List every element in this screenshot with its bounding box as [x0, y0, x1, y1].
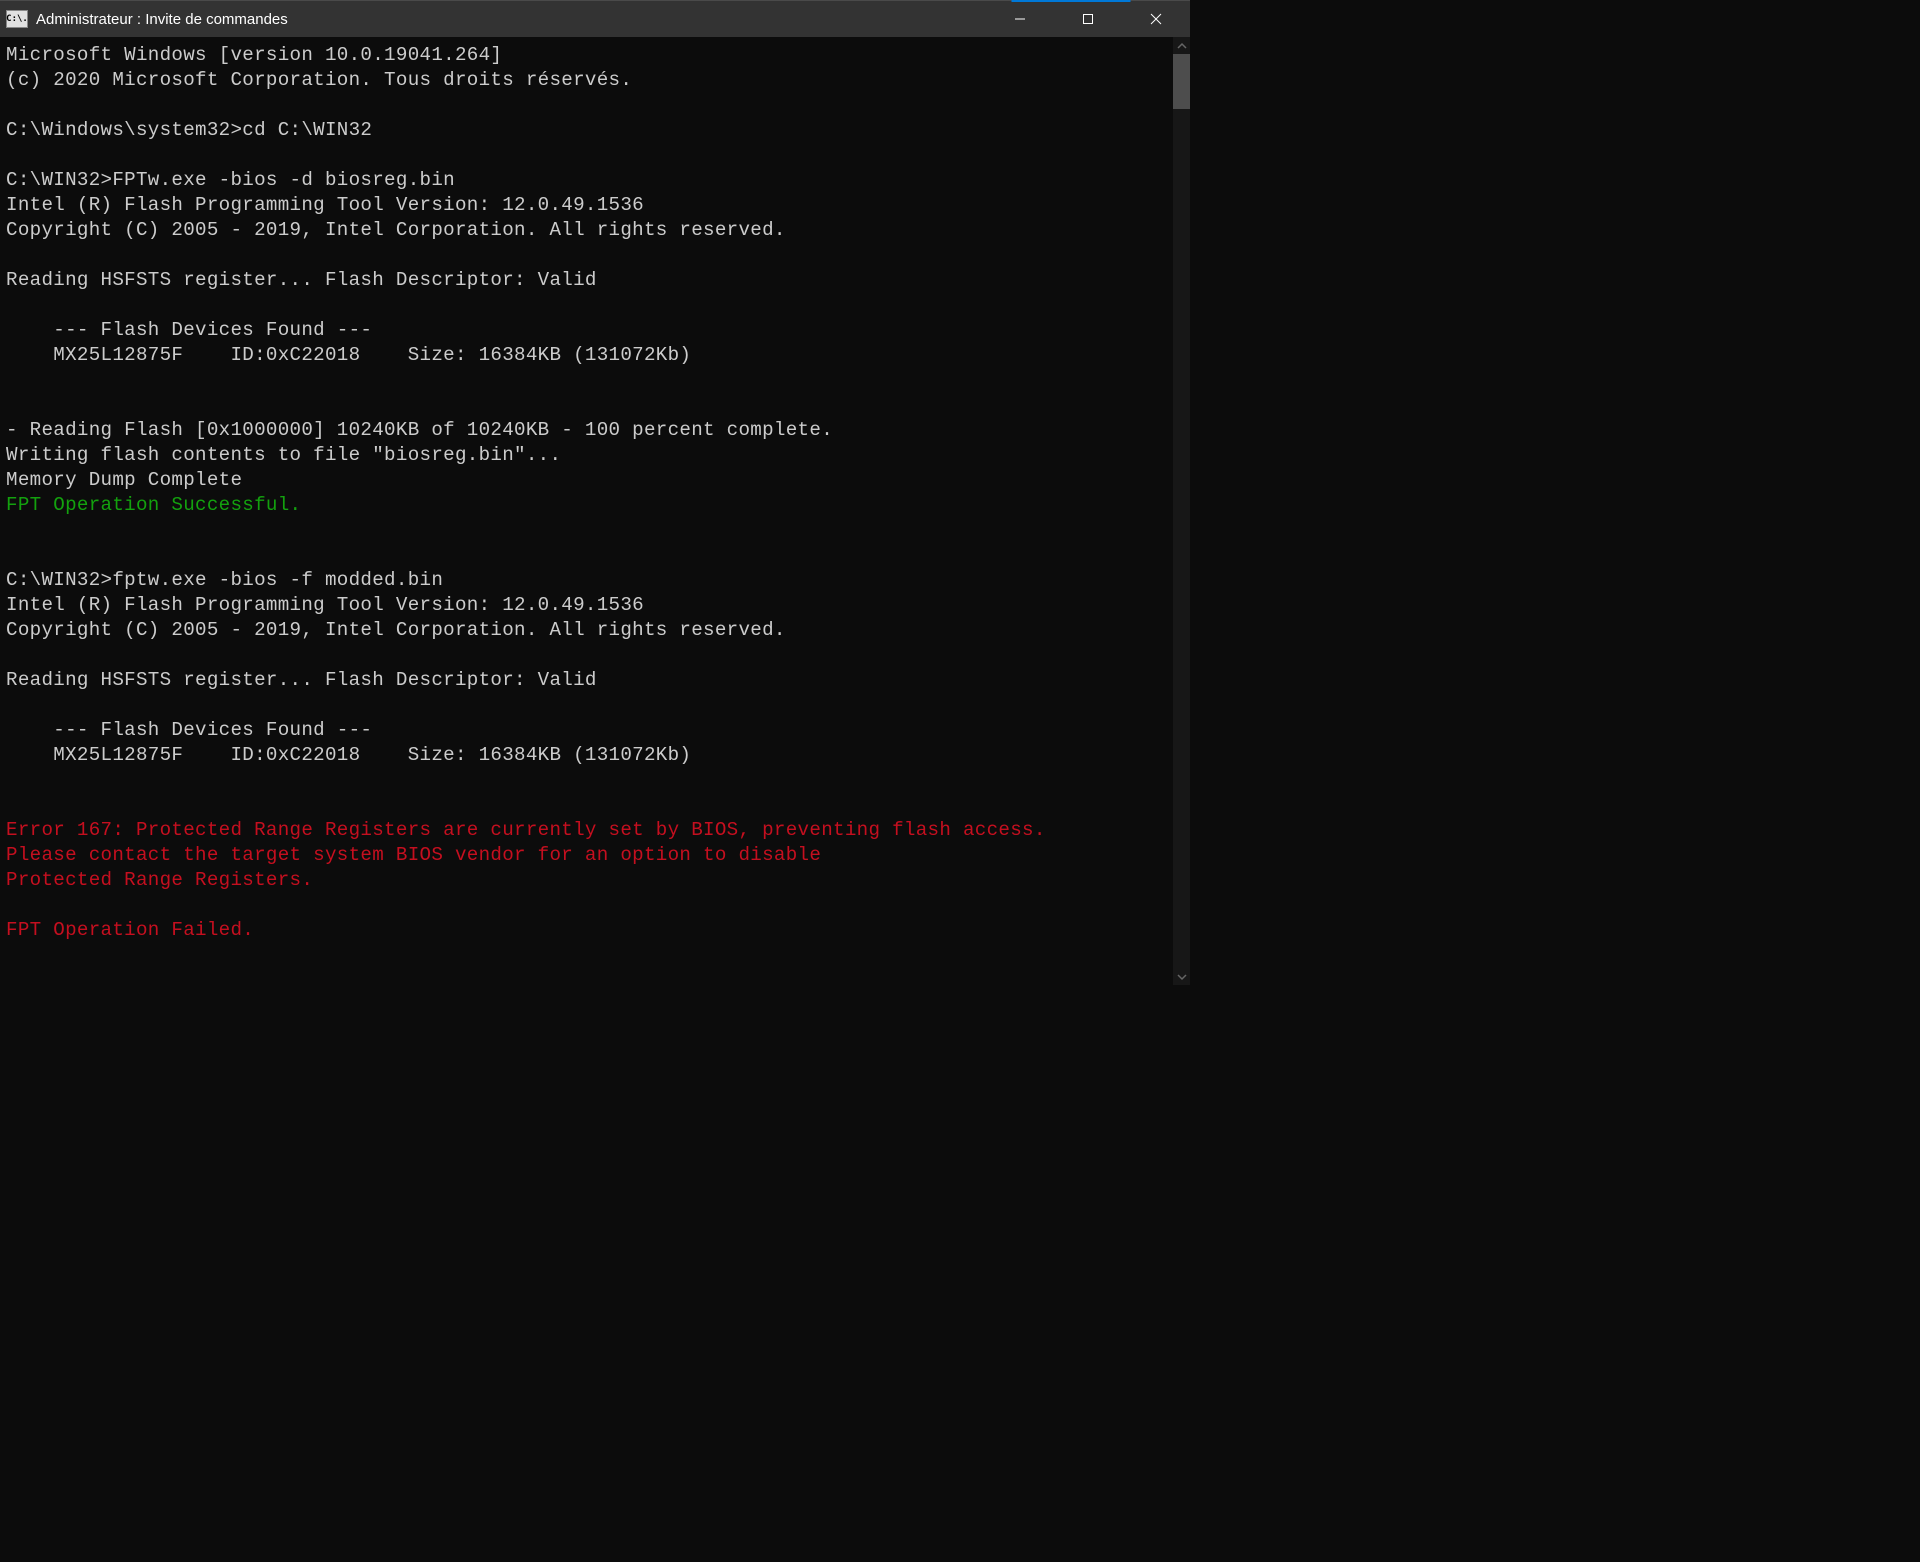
terminal-line	[6, 543, 1190, 568]
command-prompt-window: C:\. Administrateur : Invite de commande…	[0, 0, 1190, 985]
scroll-thumb[interactable]	[1173, 54, 1190, 109]
terminal-line: C:\Windows\system32>cd C:\WIN32	[6, 118, 1190, 143]
terminal-line	[6, 643, 1190, 668]
chevron-down-icon	[1177, 972, 1187, 982]
terminal-line: Microsoft Windows [version 10.0.19041.26…	[6, 43, 1190, 68]
minimize-icon	[1014, 13, 1026, 25]
terminal-body[interactable]: Microsoft Windows [version 10.0.19041.26…	[0, 37, 1190, 985]
terminal-line: --- Flash Devices Found ---	[6, 318, 1190, 343]
maximize-icon	[1082, 13, 1094, 25]
terminal-line: --- Flash Devices Found ---	[6, 718, 1190, 743]
titlebar[interactable]: C:\. Administrateur : Invite de commande…	[0, 0, 1190, 37]
terminal-line	[6, 893, 1190, 918]
terminal-output: Microsoft Windows [version 10.0.19041.26…	[6, 43, 1190, 943]
terminal-line: FPT Operation Successful.	[6, 493, 1190, 518]
close-icon	[1150, 13, 1162, 25]
terminal-line: Please contact the target system BIOS ve…	[6, 843, 1190, 868]
terminal-line	[6, 768, 1190, 793]
terminal-line: MX25L12875F ID:0xC22018 Size: 16384KB (1…	[6, 743, 1190, 768]
terminal-line: Memory Dump Complete	[6, 468, 1190, 493]
terminal-line: Intel (R) Flash Programming Tool Version…	[6, 193, 1190, 218]
scroll-down-arrow[interactable]	[1173, 968, 1190, 985]
scrollbar[interactable]	[1173, 37, 1190, 985]
terminal-line: Error 167: Protected Range Registers are…	[6, 818, 1190, 843]
terminal-line: MX25L12875F ID:0xC22018 Size: 16384KB (1…	[6, 343, 1190, 368]
window-title: Administrateur : Invite de commandes	[36, 11, 986, 28]
terminal-line	[6, 393, 1190, 418]
terminal-line	[6, 93, 1190, 118]
terminal-line	[6, 518, 1190, 543]
terminal-line	[6, 293, 1190, 318]
terminal-line	[6, 143, 1190, 168]
close-button[interactable]	[1122, 1, 1190, 37]
terminal-line: (c) 2020 Microsoft Corporation. Tous dro…	[6, 68, 1190, 93]
window-controls	[986, 1, 1190, 37]
chevron-up-icon	[1177, 41, 1187, 51]
scroll-up-arrow[interactable]	[1173, 37, 1190, 54]
maximize-button[interactable]	[1054, 1, 1122, 37]
terminal-line: Reading HSFSTS register... Flash Descrip…	[6, 668, 1190, 693]
terminal-line	[6, 368, 1190, 393]
terminal-line: FPT Operation Failed.	[6, 918, 1190, 943]
terminal-line	[6, 793, 1190, 818]
terminal-line	[6, 693, 1190, 718]
terminal-line: C:\WIN32>fptw.exe -bios -f modded.bin	[6, 568, 1190, 593]
terminal-line: Reading HSFSTS register... Flash Descrip…	[6, 268, 1190, 293]
terminal-line: Writing flash contents to file "biosreg.…	[6, 443, 1190, 468]
minimize-button[interactable]	[986, 1, 1054, 37]
terminal-line	[6, 243, 1190, 268]
terminal-line: - Reading Flash [0x1000000] 10240KB of 1…	[6, 418, 1190, 443]
cmd-icon: C:\.	[6, 10, 28, 28]
terminal-line: Copyright (C) 2005 - 2019, Intel Corpora…	[6, 618, 1190, 643]
terminal-line: Protected Range Registers.	[6, 868, 1190, 893]
terminal-line: Intel (R) Flash Programming Tool Version…	[6, 593, 1190, 618]
terminal-line: C:\WIN32>FPTw.exe -bios -d biosreg.bin	[6, 168, 1190, 193]
terminal-line: Copyright (C) 2005 - 2019, Intel Corpora…	[6, 218, 1190, 243]
